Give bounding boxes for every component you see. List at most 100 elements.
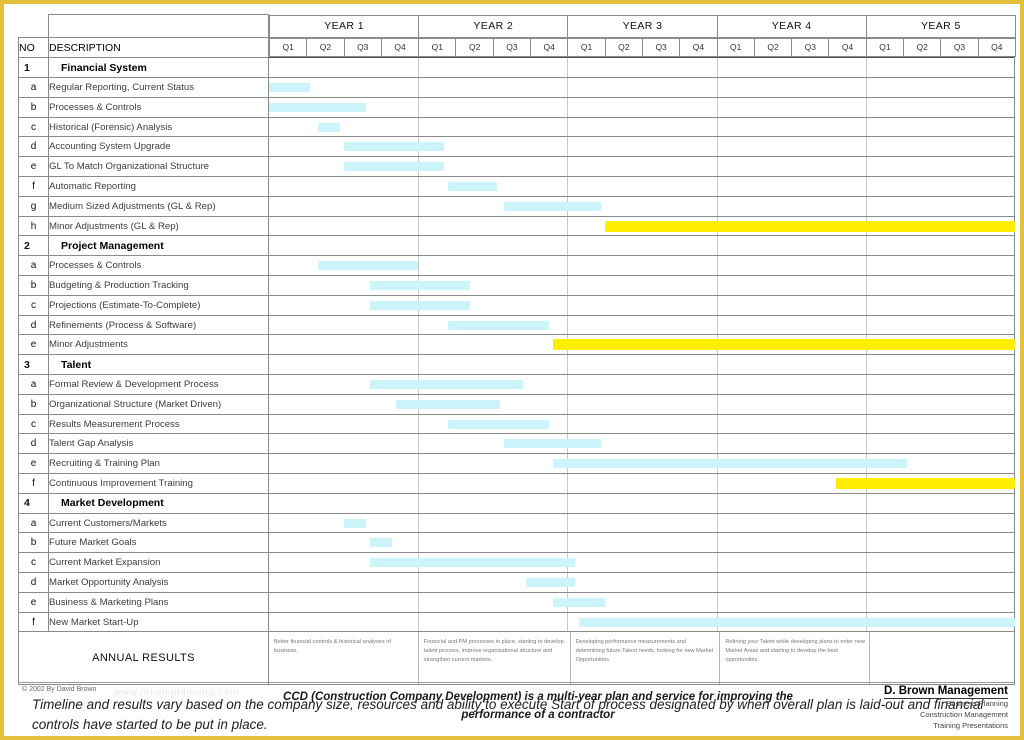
year-divider bbox=[418, 612, 420, 632]
gantt-table: YEAR 1 YEAR 2 YEAR 3 YEAR 4 YEAR 5 NO DESCRI… bbox=[18, 14, 1016, 686]
gantt-bar-cyan[interactable] bbox=[526, 578, 575, 588]
quarter-header-y4-q2: Q2 bbox=[753, 37, 793, 58]
year-divider bbox=[865, 58, 867, 78]
task-timeline bbox=[268, 334, 1015, 356]
task-letter: a bbox=[18, 77, 49, 98]
task-row: c Results Measurement Process bbox=[18, 413, 1015, 435]
task-timeline bbox=[268, 591, 1015, 613]
task-timeline bbox=[268, 275, 1015, 296]
year-divider bbox=[865, 315, 867, 335]
task-letter: e bbox=[18, 156, 49, 178]
year-divider bbox=[716, 295, 718, 315]
year-divider bbox=[567, 533, 569, 553]
quarter-header-y2-q4: Q4 bbox=[530, 37, 569, 58]
year-divider bbox=[865, 177, 867, 196]
task-row: b Processes & Controls bbox=[18, 96, 1015, 118]
year-divider bbox=[418, 236, 420, 256]
year-divider bbox=[716, 256, 718, 276]
year-divider bbox=[418, 592, 420, 612]
gantt-bar-cyan[interactable] bbox=[369, 558, 575, 568]
quarter-header-y5-q3: Q3 bbox=[940, 37, 979, 58]
task-label: Continuous Improvement Training bbox=[48, 473, 269, 494]
gantt-bar-cyan[interactable] bbox=[369, 281, 471, 291]
gantt-bar-cyan[interactable] bbox=[448, 419, 549, 429]
table-header: YEAR 1 YEAR 2 YEAR 3 YEAR 4 YEAR 5 NO DESCRI… bbox=[18, 14, 1016, 59]
task-timeline bbox=[268, 215, 1015, 237]
copyright-text: © 2002 By David Brown bbox=[22, 686, 97, 693]
quarter-row: Q1 Q2 Q3 Q4 Q1 Q2 Q3 Q4 Q1 Q2 Q3 Q4 Q1 Q2 Q3 Q4 Q1 Q2 Q3 Q4 bbox=[268, 37, 1016, 58]
gantt-bar-cyan[interactable] bbox=[369, 538, 393, 548]
quarter-header-y3-q4: Q4 bbox=[679, 37, 718, 58]
year-divider bbox=[418, 256, 420, 276]
year-header-4: YEAR 4 bbox=[716, 14, 867, 38]
gantt-bar-cyan[interactable] bbox=[448, 320, 549, 330]
gantt-bar-cyan[interactable] bbox=[343, 518, 366, 528]
year-divider bbox=[418, 335, 420, 355]
gantt-bar-cyan[interactable] bbox=[369, 300, 471, 310]
task-row: h Minor Adjustments (GL & Rep) bbox=[18, 215, 1015, 237]
gantt-bar-cyan[interactable] bbox=[317, 261, 419, 271]
section-title: Financial System bbox=[48, 57, 269, 79]
year-divider bbox=[716, 592, 718, 612]
gantt-bar-cyan[interactable] bbox=[317, 122, 340, 132]
year-divider bbox=[567, 474, 569, 493]
brand-line: Business Planning bbox=[946, 699, 1008, 708]
task-row: f Continuous Improvement Training bbox=[18, 473, 1015, 494]
year-divider bbox=[716, 414, 718, 434]
section-row-3: 3 Talent bbox=[18, 354, 1015, 376]
task-row: a Processes & Controls bbox=[18, 255, 1015, 277]
quarter-header-y5-q2: Q2 bbox=[903, 37, 942, 58]
gantt-bar-cyan[interactable] bbox=[448, 182, 497, 192]
task-letter: a bbox=[18, 255, 49, 277]
task-label: Future Market Goals bbox=[48, 532, 269, 554]
gantt-bar-yellow[interactable] bbox=[836, 478, 1015, 490]
year-divider bbox=[567, 78, 569, 97]
task-row: b Budgeting & Production Tracking bbox=[18, 275, 1015, 296]
year-divider bbox=[716, 97, 718, 117]
year-header-1: YEAR 1 bbox=[268, 14, 420, 38]
quarter-header-cell: Q1 Q2 Q3 Q4 Q1 Q2 Q3 Q4 Q1 Q2 Q3 Q4 Q1 Q2 Q3 Q4 Q1 Q2 Q3 Q4 bbox=[268, 37, 1016, 58]
annual-results-row: ANNUAL RESULTS Better financial controls… bbox=[18, 631, 1015, 686]
task-row: b Organizational Structure (Market Driven… bbox=[18, 393, 1015, 415]
annual-result-cell-year5 bbox=[870, 632, 1014, 684]
gantt-bar-cyan[interactable] bbox=[578, 617, 1015, 627]
year-header-row: YEAR 1 YEAR 2 YEAR 3 YEAR 4 YEAR 5 bbox=[18, 14, 1016, 38]
gantt-bar-cyan[interactable] bbox=[552, 597, 605, 607]
task-timeline bbox=[268, 176, 1015, 197]
task-timeline bbox=[268, 314, 1015, 336]
page-footer: © 2002 By David Brown www.lovelyplanning… bbox=[18, 682, 1014, 736]
task-label: Results Measurement Process bbox=[48, 413, 269, 435]
year-divider bbox=[716, 533, 718, 553]
task-letter: e bbox=[18, 591, 49, 613]
gantt-bar-cyan[interactable] bbox=[269, 102, 366, 112]
task-timeline bbox=[268, 156, 1015, 178]
gantt-bar-cyan[interactable] bbox=[552, 459, 907, 469]
task-timeline bbox=[268, 611, 1015, 633]
gantt-bar-cyan[interactable] bbox=[343, 142, 445, 152]
task-timeline bbox=[268, 255, 1015, 277]
task-label: Automatic Reporting bbox=[48, 176, 269, 197]
task-label: Current Market Expansion bbox=[48, 552, 269, 574]
brand-line: Construction Management bbox=[920, 709, 1008, 719]
gantt-bar-cyan[interactable] bbox=[504, 201, 601, 211]
gantt-bar-cyan[interactable] bbox=[504, 439, 601, 449]
task-timeline bbox=[268, 116, 1015, 138]
task-timeline bbox=[268, 453, 1015, 475]
year-divider bbox=[567, 513, 569, 533]
year-divider bbox=[865, 78, 867, 97]
task-row: c Historical (Forensic) Analysis bbox=[18, 116, 1015, 138]
gantt-bar-cyan[interactable] bbox=[269, 83, 310, 93]
gantt-bar-cyan[interactable] bbox=[369, 380, 523, 390]
year-divider bbox=[567, 394, 569, 414]
year-divider bbox=[865, 573, 867, 592]
quarter-header-y1-q3: Q3 bbox=[343, 37, 382, 58]
gantt-bar-cyan[interactable] bbox=[343, 162, 445, 172]
gantt-bar-yellow[interactable] bbox=[604, 220, 1015, 232]
task-row: e Recruiting & Training Plan bbox=[18, 453, 1015, 475]
section-number: 1 bbox=[18, 57, 49, 79]
gantt-bar-yellow[interactable] bbox=[552, 339, 1015, 351]
gantt-bar-cyan[interactable] bbox=[395, 399, 501, 409]
task-row: a Regular Reporting, Current Status bbox=[18, 77, 1015, 98]
gantt-sheet: YEAR 1 YEAR 2 YEAR 3 YEAR 4 YEAR 5 NO DESCRI… bbox=[18, 14, 1016, 736]
quarter-header-y2-q1: Q1 bbox=[418, 37, 457, 58]
